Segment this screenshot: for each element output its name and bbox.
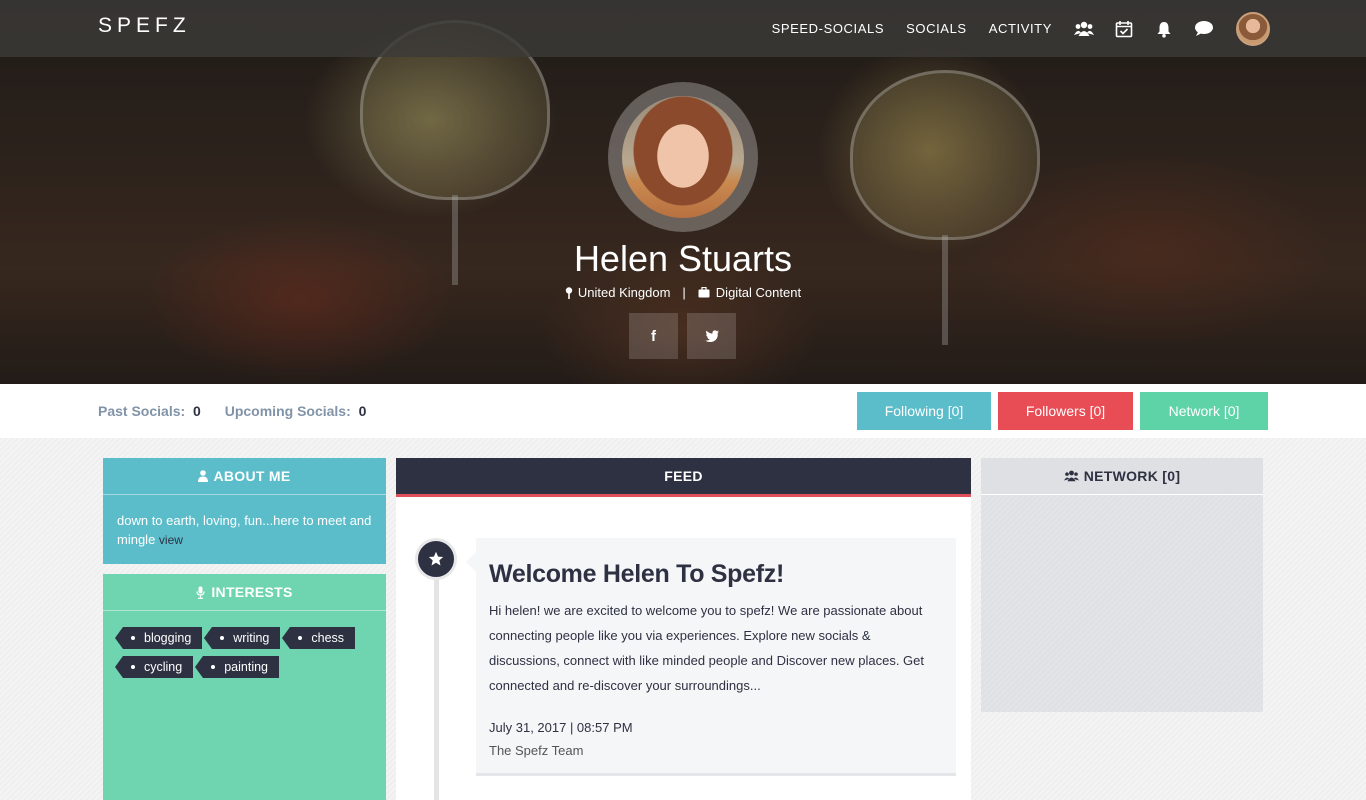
nav-speed-socials[interactable]: SPEED-SOCIALS: [772, 21, 885, 36]
followers-button[interactable]: Followers [0]: [998, 392, 1133, 430]
facebook-button[interactable]: f: [629, 313, 678, 359]
stats-bar: Past Socials: 0 Upcoming Socials: 0 Foll…: [0, 384, 1366, 438]
network-button[interactable]: Network [0]: [1140, 392, 1268, 430]
past-socials-value: 0: [193, 403, 201, 419]
top-navbar: SPEFZ SPEED-SOCIALS SOCIALS ACTIVITY: [0, 0, 1366, 57]
profile-name: Helen Stuarts: [573, 238, 793, 279]
post-title[interactable]: Welcome Helen To Spefz!: [489, 560, 784, 589]
briefcase-icon: [698, 287, 710, 298]
about-me-header: ABOUT ME: [103, 458, 386, 495]
interests-title: INTERESTS: [211, 584, 293, 600]
brand-logo[interactable]: SPEFZ: [98, 14, 191, 38]
interest-tag[interactable]: chess: [282, 627, 356, 649]
chat-bubble-icon[interactable]: [1194, 19, 1214, 39]
about-view-link[interactable]: view: [159, 533, 183, 547]
profile-location: United Kingdom: [577, 285, 671, 300]
interests-header: INTERESTS: [103, 574, 386, 611]
about-me-bio: down to earth, loving, fun...here to mee…: [117, 513, 372, 547]
interest-tag[interactable]: cycling: [114, 656, 194, 678]
network-panel: NETWORK [0]: [981, 458, 1263, 712]
follow-buttons: Following [0] Followers [0] Network [0]: [857, 392, 1268, 430]
post-author: The Spefz Team: [489, 743, 584, 758]
calendar-check-icon[interactable]: [1114, 19, 1134, 39]
users-icon: [1063, 470, 1079, 482]
interest-tags: blogging writing chess cycling painting: [103, 611, 386, 685]
bell-icon[interactable]: [1154, 19, 1174, 39]
twitter-icon: [704, 330, 719, 342]
interest-tag[interactable]: painting: [195, 656, 280, 678]
twitter-button[interactable]: [687, 313, 736, 359]
star-icon: [415, 538, 457, 580]
user-icon: [198, 470, 209, 482]
past-socials-label: Past Socials:: [98, 403, 186, 419]
map-pin-icon: [565, 286, 573, 299]
users-icon[interactable]: [1074, 19, 1094, 39]
upcoming-socials-label: Upcoming Socials:: [224, 403, 351, 419]
meta-separator: |: [682, 285, 686, 300]
feed-header: FEED: [396, 458, 971, 497]
upcoming-socials-value: 0: [358, 403, 367, 419]
network-header: NETWORK [0]: [981, 458, 1263, 495]
network-title: NETWORK [0]: [1083, 468, 1181, 484]
nav-activity[interactable]: ACTIVITY: [989, 21, 1052, 36]
interest-tag[interactable]: writing: [204, 627, 281, 649]
feed-panel: FEED Welcome Helen To Spefz! Hi helen! w…: [396, 458, 971, 800]
post-body: Hi helen! we are excited to welcome you …: [489, 603, 925, 693]
post-date: July 31, 2017 | 08:57 PM: [489, 720, 633, 735]
about-me-panel: ABOUT ME down to earth, loving, fun...he…: [103, 458, 386, 564]
social-stats: Past Socials: 0 Upcoming Socials: 0: [98, 403, 386, 419]
user-avatar-menu[interactable]: [1236, 11, 1270, 46]
profile-avatar: [622, 96, 744, 218]
about-me-title: ABOUT ME: [213, 468, 291, 484]
nav-menu: SPEED-SOCIALS SOCIALS ACTIVITY: [772, 0, 1270, 57]
profile-meta: United Kingdom | Digital Content: [0, 285, 1366, 300]
social-buttons: f: [629, 313, 736, 359]
about-me-text: down to earth, loving, fun...here to mee…: [103, 495, 386, 550]
timeline-line: [434, 578, 439, 800]
microphone-icon: [196, 586, 205, 599]
network-list: [981, 495, 1263, 712]
following-button[interactable]: Following [0]: [857, 392, 991, 430]
facebook-icon: f: [651, 327, 656, 345]
nav-socials[interactable]: SOCIALS: [906, 21, 967, 36]
interests-panel: INTERESTS blogging writing chess cycling…: [103, 574, 386, 800]
feed-post: Welcome Helen To Spefz! Hi helen! we are…: [466, 538, 956, 776]
profile-occupation: Digital Content: [715, 285, 802, 300]
interest-tag[interactable]: blogging: [114, 627, 203, 649]
